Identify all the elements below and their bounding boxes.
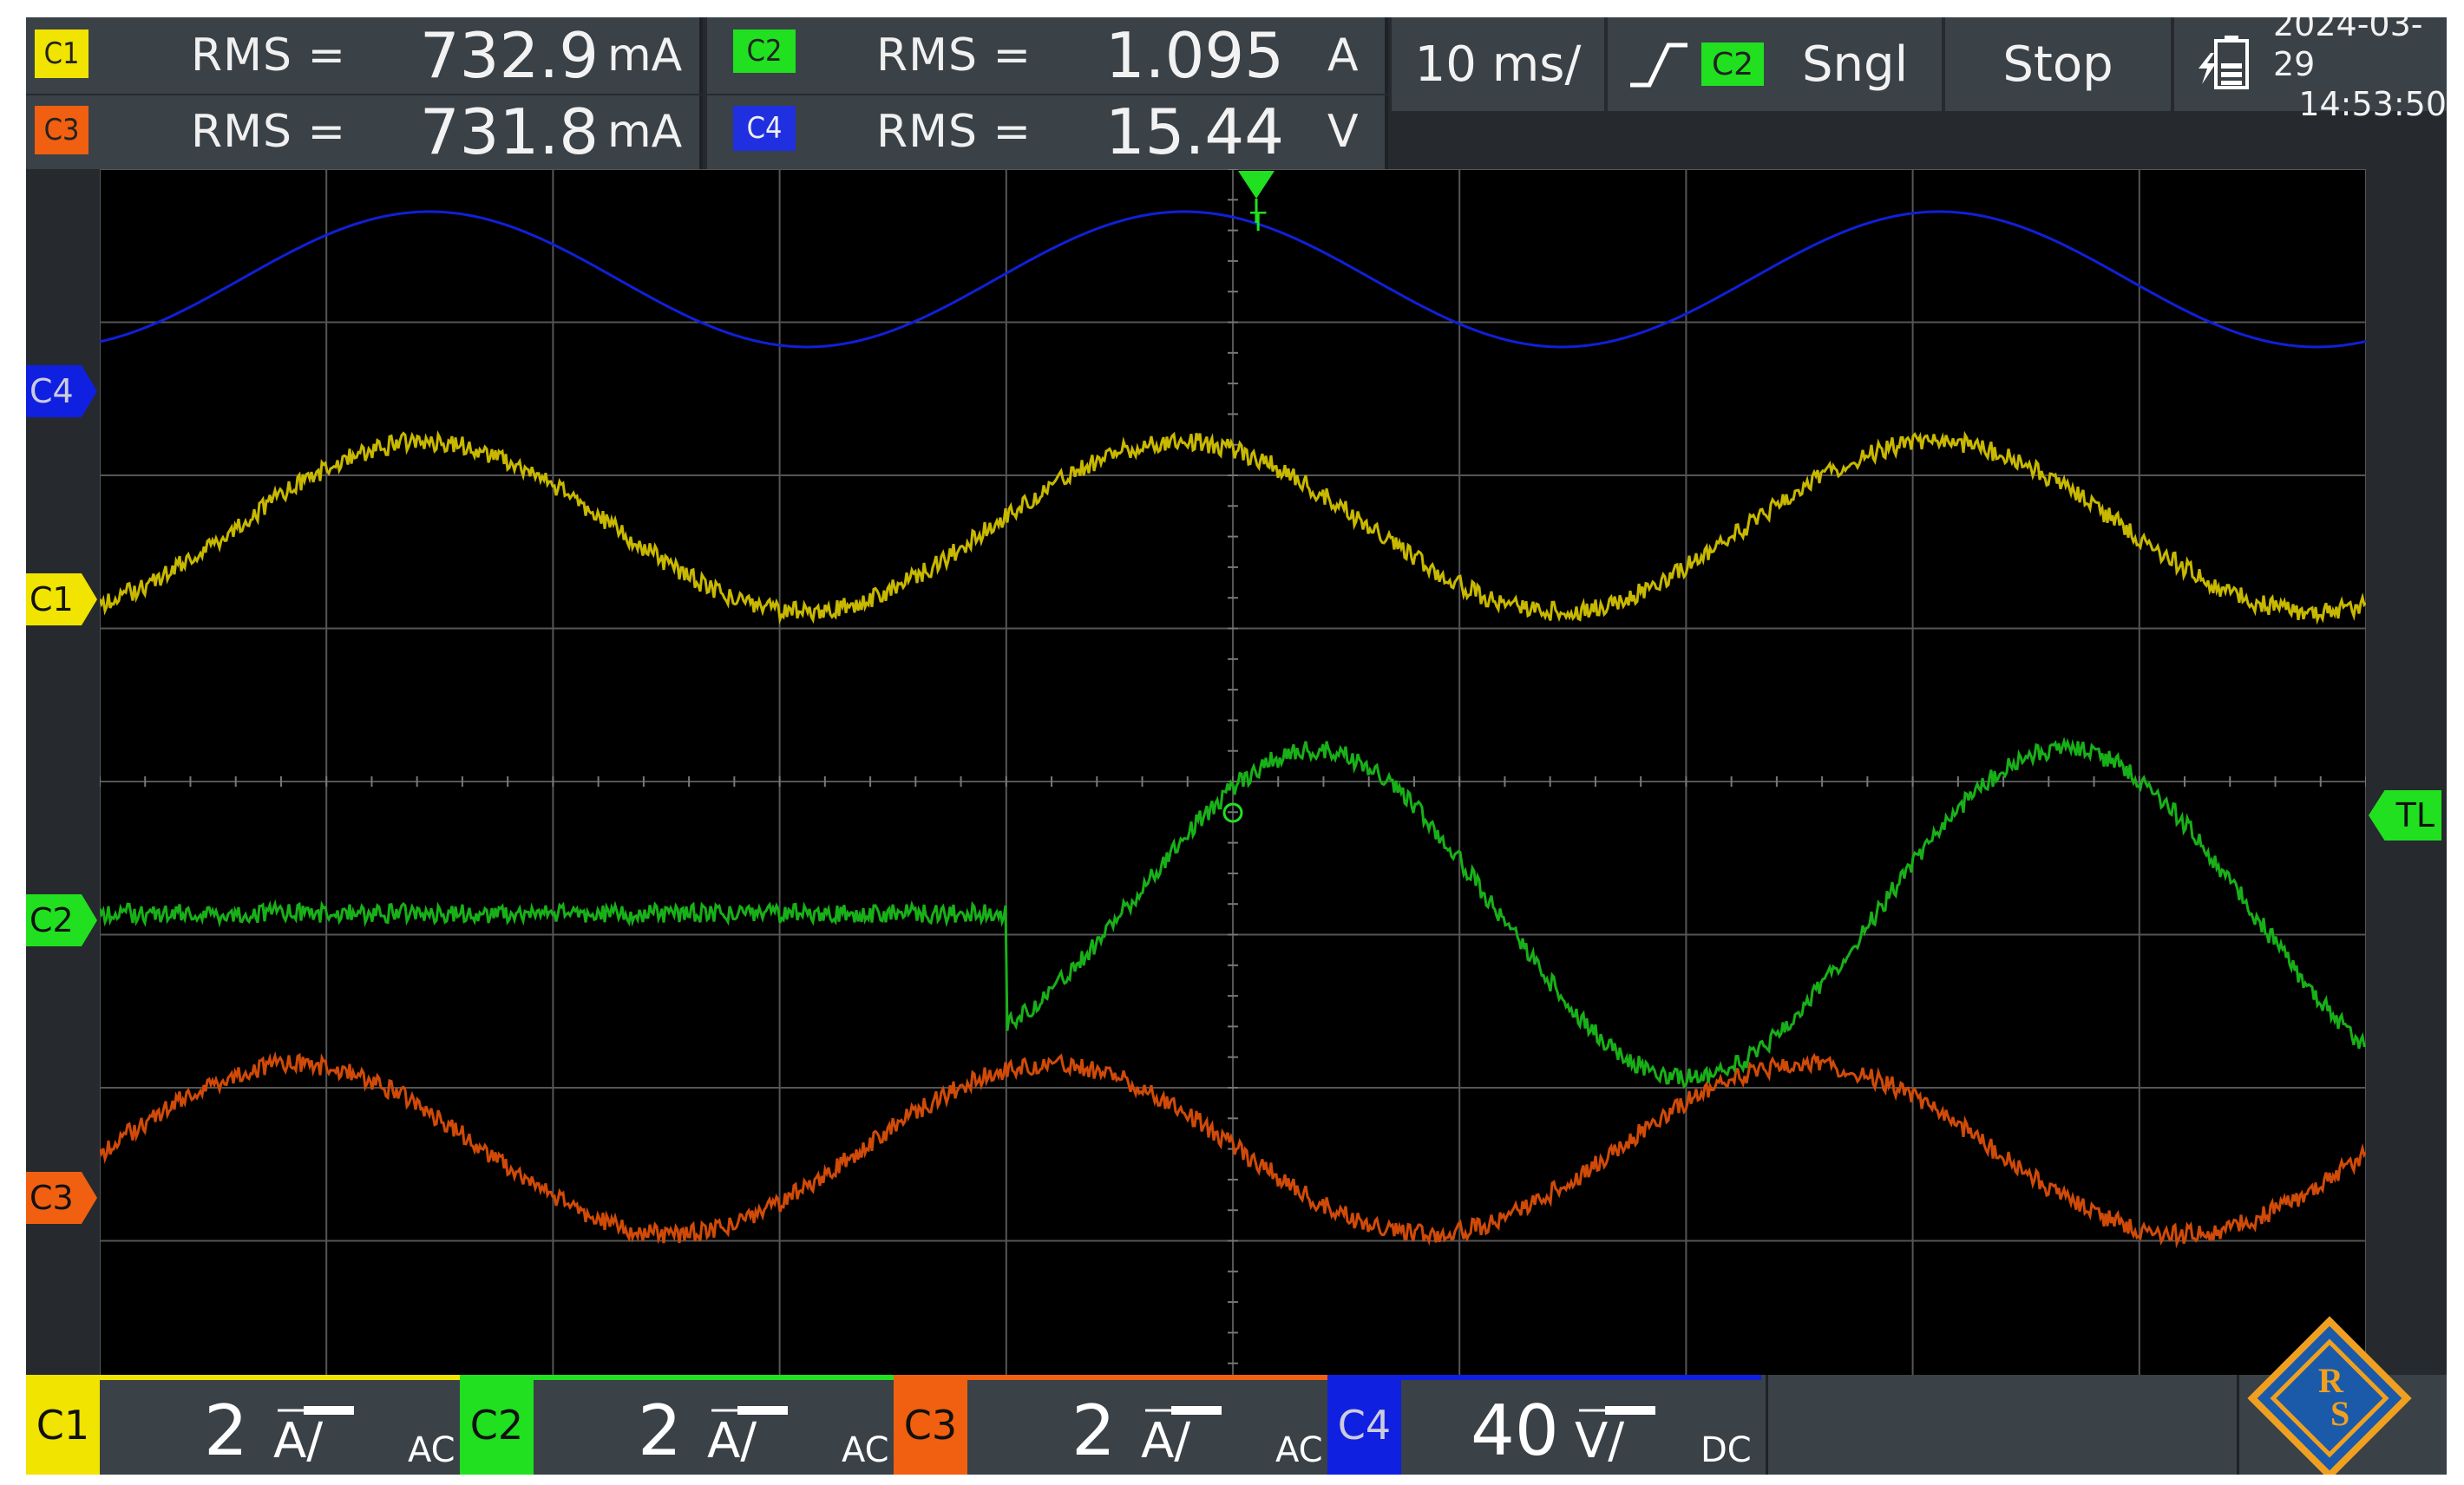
channel-scale-unit: A/	[707, 1413, 757, 1469]
run-stop-button[interactable]: Stop	[1945, 17, 2171, 111]
measurement-unit: A	[1327, 29, 1359, 82]
rs-logo: R S	[2247, 1316, 2412, 1475]
channel-scale-c2[interactable]: 2 A/ AC	[534, 1375, 894, 1475]
bottom-channel-bar: C1 2 A/ AC C2 2 A/ AC C3 2 A/ AC C4 40 V…	[26, 1316, 2447, 1475]
channel-coupling: AC	[1275, 1430, 1323, 1470]
channel-marker-c3[interactable]: C3	[26, 1172, 97, 1224]
datetime-panel[interactable]: 2024-03-29 14:53:50	[2174, 17, 2447, 123]
bottom-empty-slot[interactable]	[1766, 1375, 2239, 1475]
trigger-position-marker[interactable]: T	[1235, 169, 1278, 247]
measurement-unit: mA	[607, 29, 683, 82]
probe-icon	[278, 1404, 356, 1416]
rising-edge-icon	[1628, 40, 1689, 88]
measurement-value: 731.8	[419, 95, 599, 168]
measurement-unit: mA	[607, 106, 683, 158]
measurement-label: RMS =	[876, 106, 1032, 158]
channel-button-c4[interactable]: C4	[1327, 1375, 1401, 1475]
trigger-level-marker[interactable]: TL	[2369, 790, 2441, 841]
trigger-mode: Sngl	[1802, 36, 1909, 93]
measurement-label: RMS =	[191, 29, 347, 82]
channel-marker-c1[interactable]: C1	[26, 573, 97, 625]
top-bar: C1 RMS = 732.9 mA C3 RMS = 731.8 mA C2 R…	[26, 17, 2447, 169]
probe-icon	[1579, 1404, 1657, 1416]
measurement-value: 732.9	[419, 19, 599, 92]
trigger-source-tag: C2	[1701, 43, 1764, 86]
channel-coupling: AC	[842, 1430, 889, 1470]
measurement-c1[interactable]: C1 RMS = 732.9 mA	[26, 17, 703, 94]
measurement-c3[interactable]: C3 RMS = 731.8 mA	[26, 95, 703, 169]
channel-scale-value: 2	[638, 1390, 682, 1471]
date-text: 2024-03-29	[2273, 17, 2423, 83]
channel-marker-c2[interactable]: C2	[26, 894, 97, 946]
channel-scale-value: 40	[1471, 1390, 1559, 1471]
measurement-c2[interactable]: C2 RMS = 1.095 A	[707, 17, 1388, 94]
probe-icon	[1145, 1404, 1223, 1416]
measurement-unit: V	[1327, 106, 1359, 158]
channel-button-c2[interactable]: C2	[460, 1375, 534, 1475]
channel-button-c1[interactable]: C1	[26, 1375, 100, 1475]
waveform-area[interactable]	[100, 169, 2366, 1394]
measurement-label: RMS =	[876, 29, 1032, 82]
trigger-level-label: TL	[2395, 796, 2435, 834]
svg-text:S: S	[2330, 1394, 2349, 1433]
measurement-label: RMS =	[191, 106, 347, 158]
waveform-svg	[100, 169, 2366, 1394]
timebase-button[interactable]: 10 ms/	[1392, 17, 1604, 111]
oscilloscope-display: C1 RMS = 732.9 mA C3 RMS = 731.8 mA C2 R…	[26, 17, 2447, 1475]
measurement-value: 1.095	[1104, 19, 1284, 92]
channel-scale-c4[interactable]: 40 V/ DC	[1401, 1375, 1761, 1475]
channel-scale-unit: A/	[273, 1413, 324, 1469]
channel-scale-value: 2	[204, 1390, 248, 1471]
channel-scale-c3[interactable]: 2 A/ AC	[967, 1375, 1327, 1475]
channel-scale-unit: A/	[1141, 1413, 1191, 1469]
probe-icon	[711, 1404, 790, 1416]
channel-marker-c4[interactable]: C4	[26, 365, 97, 417]
datetime-text: 2024-03-29 14:53:50	[2273, 17, 2447, 124]
channel-coupling: DC	[1701, 1430, 1752, 1470]
measurement-value: 15.44	[1104, 95, 1284, 168]
channel-coupling: AC	[408, 1430, 455, 1470]
trigger-marker-label: T	[1250, 207, 1267, 238]
channel-tag-c2: C2	[733, 29, 796, 73]
channel-scale-c1[interactable]: 2 A/ AC	[100, 1375, 460, 1475]
channel-tag-c3: C3	[35, 106, 88, 154]
channel-scale-value: 2	[1071, 1390, 1116, 1471]
measurement-c4[interactable]: C4 RMS = 15.44 V	[707, 95, 1388, 169]
battery-charging-icon	[2193, 34, 2254, 95]
channel-button-c3[interactable]: C3	[894, 1375, 967, 1475]
trigger-button[interactable]: C2 Sngl	[1608, 17, 1942, 111]
time-text: 14:53:50	[2298, 85, 2447, 123]
channel-tag-c1: C1	[35, 29, 88, 78]
channel-tag-c4: C4	[733, 106, 796, 151]
channel-scale-unit: V/	[1575, 1413, 1625, 1469]
